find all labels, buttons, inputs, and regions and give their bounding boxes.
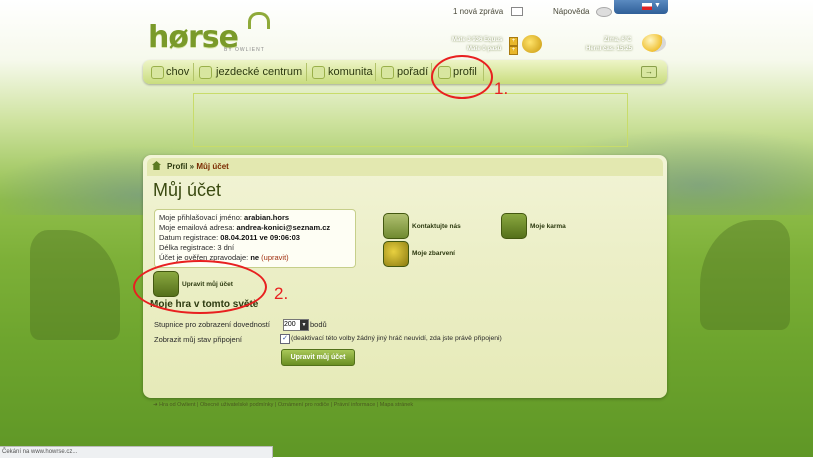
status-checkbox[interactable]: ✓ xyxy=(280,334,290,344)
ranking-icon xyxy=(381,66,394,79)
login-row: Moje přihlašovací jméno: arabian.hors xyxy=(159,213,290,222)
stable-icon xyxy=(199,66,212,79)
footer-text[interactable]: Hra od Owlient | Obecné uživatelské podm… xyxy=(159,402,413,408)
horse-silhouette-left xyxy=(30,230,120,340)
reglen-row: Délka registrace: 3 dní xyxy=(159,243,235,252)
cz-flag-icon[interactable] xyxy=(642,3,652,10)
add-pass-button[interactable]: + xyxy=(509,46,518,55)
karma-icon[interactable] xyxy=(501,213,527,239)
skill-scale-unit: bodů xyxy=(310,320,327,329)
add-equus-button[interactable]: + xyxy=(509,37,518,46)
karma-button[interactable]: Moje karma xyxy=(530,223,566,230)
game-time: Herní čas: 15:25 xyxy=(586,46,633,52)
account-info-box: Moje přihlašovací jméno: arabian.hors Mo… xyxy=(154,209,356,268)
skill-scale-label: Stupnice pro zobrazení dovedností xyxy=(154,320,270,329)
logo-subtitle: BY OWLIENT xyxy=(224,47,265,53)
nav-chov[interactable]: chov xyxy=(166,60,189,84)
horse-silhouette-right xyxy=(700,220,790,330)
contact-button[interactable]: Kontaktujte nás xyxy=(412,223,461,230)
status-note: (deaktivací této volby žádný jiný hráč n… xyxy=(291,335,502,342)
chevron-down-icon[interactable]: ▼ xyxy=(300,320,308,330)
coins-icon xyxy=(522,35,542,53)
ad-banner xyxy=(193,93,628,147)
annotation-label-2: 2. xyxy=(274,284,289,303)
bird-icon xyxy=(596,7,612,17)
status-label: Zobrazit můj stav připojení xyxy=(154,335,242,344)
equus-balance: Máte 3 936 Equus xyxy=(452,37,503,43)
community-icon xyxy=(312,66,325,79)
breadcrumb-current: Můj účet xyxy=(196,162,229,171)
colors-icon[interactable] xyxy=(383,241,409,267)
newsletter-edit-link[interactable]: (upravit) xyxy=(261,253,289,262)
breadcrumb-trail: Profil » Můj účet xyxy=(167,162,229,171)
nav-jezdecke-centrum[interactable]: jezdecké centrum xyxy=(216,60,302,84)
skill-scale-value: 200 xyxy=(284,321,296,328)
annotation-label-1: 1. xyxy=(494,79,509,98)
nav-poradi[interactable]: pořadí xyxy=(397,60,428,84)
weather-sun-icon xyxy=(642,34,666,52)
skill-scale-select[interactable]: 200 ▼ xyxy=(283,319,309,331)
envelope-icon[interactable] xyxy=(511,7,523,16)
regdate-row: Datum registrace: 08.04.2011 ve 09:06:03 xyxy=(159,233,300,242)
horse-icon xyxy=(151,66,164,79)
colors-button[interactable]: Moje zbarvení xyxy=(412,250,455,257)
email-row: Moje emailová adresa: andrea-konici@sezn… xyxy=(159,223,331,232)
logout-icon[interactable]: → xyxy=(641,66,657,78)
annotation-circle-1 xyxy=(431,55,493,99)
contact-icon[interactable] xyxy=(383,213,409,239)
breadcrumb-profil[interactable]: Profil xyxy=(167,162,187,171)
footer-links[interactable]: ➜ Hra od Owlient | Obecné uživatelské po… xyxy=(153,402,413,408)
weather-text: Zima, 6°C xyxy=(604,37,632,43)
page-title: Můj účet xyxy=(153,180,222,200)
pass-balance: Máte 0 pasů xyxy=(467,46,502,52)
headphones-icon xyxy=(248,12,270,29)
nav-komunita[interactable]: komunita xyxy=(328,60,373,84)
browser-status-bar: Čekání na www.howrse.cz... xyxy=(0,446,273,458)
main-nav: chov jezdecké centrum komunita pořadí pr… xyxy=(143,60,667,84)
submit-button[interactable]: Upravit můj účet xyxy=(281,349,355,366)
new-message-link[interactable]: 1 nová zpráva xyxy=(453,7,503,16)
chevron-down-icon[interactable]: ▼ xyxy=(654,2,661,9)
annotation-circle-2 xyxy=(133,260,267,314)
help-link[interactable]: Nápověda xyxy=(553,7,589,16)
